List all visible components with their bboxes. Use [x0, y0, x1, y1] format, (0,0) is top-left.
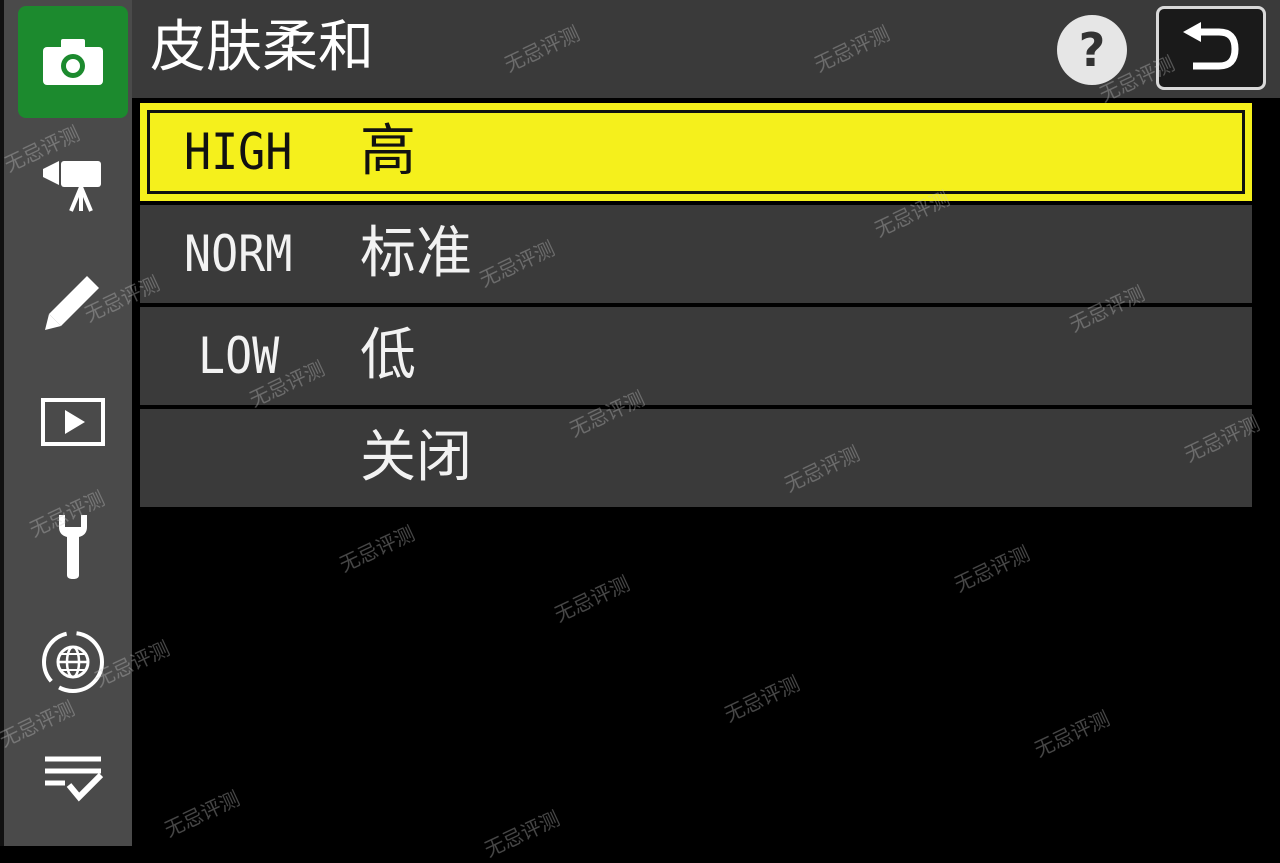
option-label: 标准	[360, 221, 472, 286]
menu-tab-rail-panel	[4, 0, 132, 846]
option-high[interactable]: HIGH 高	[140, 103, 1252, 201]
option-low[interactable]: LOW 低	[140, 307, 1252, 405]
menu-header: 皮肤柔和 ?	[132, 0, 1280, 98]
help-icon: ?	[1078, 23, 1106, 77]
watermark: 无忌评测	[335, 521, 419, 577]
playback-icon	[41, 398, 105, 446]
tab-playback[interactable]	[18, 366, 128, 478]
wrench-icon	[59, 515, 87, 579]
option-label: 高	[360, 119, 416, 184]
watermark: 无忌评测	[550, 571, 634, 627]
option-norm[interactable]: NORM 标准	[140, 205, 1252, 303]
help-button[interactable]: ?	[1057, 15, 1127, 85]
tab-movie-shooting[interactable]	[18, 130, 128, 242]
tab-custom-settings[interactable]	[18, 246, 128, 358]
camera-icon	[43, 39, 103, 85]
tab-network[interactable]	[18, 606, 128, 718]
option-list: HIGH 高 NORM 标准 LOW 低 关闭	[140, 103, 1252, 511]
option-code: LOW	[198, 327, 280, 385]
tab-my-menu[interactable]	[18, 722, 128, 834]
watermark: 无忌评测	[160, 786, 244, 842]
pencil-icon	[45, 276, 99, 330]
movie-camera-icon	[43, 161, 101, 212]
option-code: HIGH	[184, 123, 293, 181]
watermark: 无忌评测	[1030, 706, 1114, 762]
option-label: 关闭	[360, 425, 472, 490]
selection-frame	[147, 110, 1245, 194]
watermark: 无忌评测	[480, 806, 564, 862]
watermark: 无忌评测	[720, 671, 804, 727]
tab-photo-shooting[interactable]	[18, 6, 128, 118]
back-button[interactable]	[1156, 6, 1266, 90]
menu-tab-rail	[0, 0, 132, 846]
option-label: 低	[360, 323, 416, 388]
option-off[interactable]: 关闭	[140, 409, 1252, 507]
option-code: NORM	[184, 225, 293, 283]
my-menu-icon	[45, 756, 103, 802]
tab-setup[interactable]	[18, 490, 128, 602]
return-arrow-icon	[1183, 22, 1239, 70]
page-title: 皮肤柔和	[150, 15, 374, 80]
watermark: 无忌评测	[950, 541, 1034, 597]
network-globe-icon	[42, 631, 104, 693]
